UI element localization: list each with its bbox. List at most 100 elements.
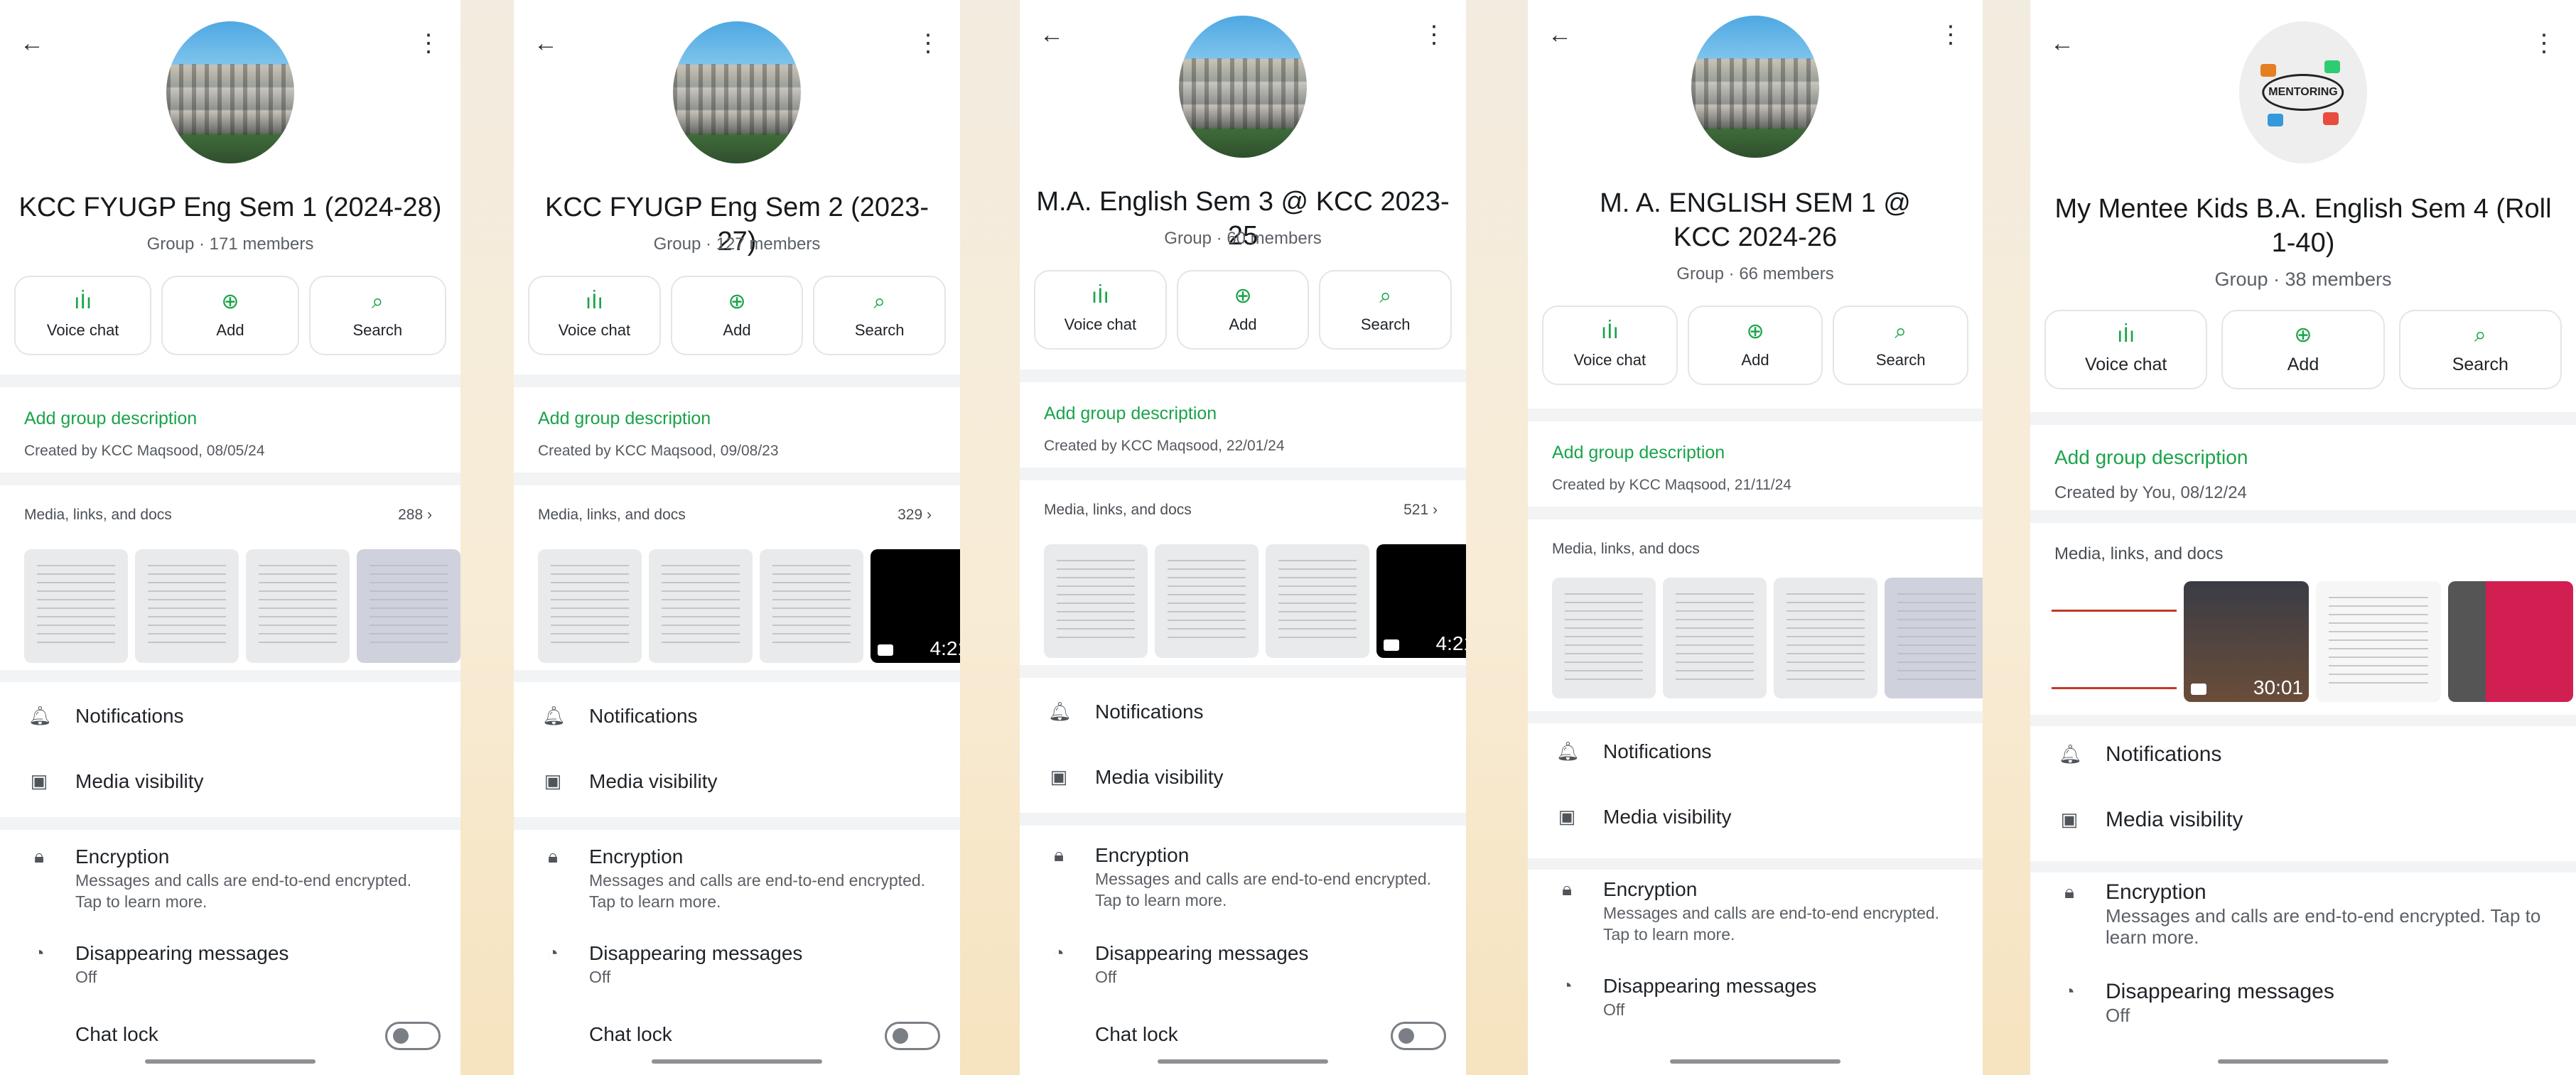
group-avatar[interactable]: MENTORING bbox=[2239, 21, 2367, 163]
video-thumbnail[interactable]: 4:21 bbox=[1376, 544, 1466, 658]
chat-lock-toggle[interactable] bbox=[885, 1022, 940, 1050]
notifications-row[interactable]: 🔔︎ Notifications bbox=[542, 703, 939, 729]
add-button[interactable]: ⊕ Add bbox=[2221, 310, 2385, 389]
media-label: Media, links, and docs bbox=[24, 507, 172, 523]
media-thumbnail[interactable] bbox=[2316, 581, 2441, 702]
media-thumbnail[interactable] bbox=[24, 549, 128, 663]
group-title: KCC FYUGP Eng Sem 1 (2024-28) bbox=[18, 193, 442, 222]
media-thumbnail[interactable] bbox=[246, 549, 350, 663]
chat-lock-row[interactable]: Chat lock bbox=[28, 1022, 439, 1047]
add-description-link[interactable]: Add group description bbox=[2054, 446, 2248, 469]
notifications-row[interactable]: 🔔︎ Notifications bbox=[2059, 742, 2555, 767]
search-button[interactable]: ⌕ Search bbox=[308, 276, 446, 355]
media-thumbnail[interactable] bbox=[538, 549, 642, 663]
media-visibility-row[interactable]: ▣ Media visibility bbox=[28, 769, 439, 794]
media-header[interactable]: Media, links, and docs 521 › bbox=[1044, 502, 1438, 519]
search-button[interactable]: ⌕ Search bbox=[2398, 310, 2562, 389]
timer-icon: ◔ bbox=[547, 942, 559, 963]
voice-chat-button[interactable]: ıİı Voice chat bbox=[528, 276, 661, 355]
arrow-left-icon[interactable]: ← bbox=[1543, 18, 1576, 51]
voice-chat-button[interactable]: ıİı Voice chat bbox=[1542, 306, 1678, 385]
disappearing-row[interactable]: ◔ Disappearing messages Off bbox=[28, 941, 439, 988]
waveform-icon: ıİı bbox=[74, 290, 92, 313]
add-description-link[interactable]: Add group description bbox=[1552, 443, 1725, 463]
video-thumbnail[interactable]: 4:21 bbox=[871, 549, 960, 663]
media-thumbnail[interactable] bbox=[649, 549, 753, 663]
media-visibility-row[interactable]: ▣ Media visibility bbox=[542, 769, 939, 794]
search-icon: ⌕ bbox=[2474, 323, 2486, 347]
encryption-row[interactable]: 🔒︎ Encryption Messages and calls are end… bbox=[28, 844, 439, 912]
media-visibility-row[interactable]: ▣ Media visibility bbox=[1048, 765, 1445, 790]
video-camera-icon bbox=[1384, 639, 1399, 651]
encryption-row[interactable]: 🔒︎ Encryption Messages and calls are end… bbox=[1556, 877, 1961, 945]
arrow-left-icon[interactable]: ← bbox=[529, 27, 562, 60]
more-vertical-icon[interactable]: ⋮ bbox=[1418, 18, 1450, 51]
voice-chat-button[interactable]: ıİı Voice chat bbox=[1034, 270, 1167, 350]
media-thumbnail[interactable] bbox=[2448, 581, 2573, 702]
more-vertical-icon[interactable]: ⋮ bbox=[412, 27, 445, 60]
add-button[interactable]: ⊕ Add bbox=[1687, 306, 1823, 385]
more-vertical-icon[interactable]: ⋮ bbox=[1934, 18, 1967, 51]
disappearing-row[interactable]: ◔ Disappearing messages Off bbox=[1556, 973, 1961, 1020]
media-header[interactable]: Media, links, and docs 288 › bbox=[24, 507, 432, 524]
add-description-link[interactable]: Add group description bbox=[24, 409, 197, 429]
media-count: 329 › bbox=[898, 507, 932, 523]
add-description-link[interactable]: Add group description bbox=[1044, 404, 1217, 424]
arrow-left-icon[interactable]: ← bbox=[2046, 27, 2079, 60]
chat-lock-toggle[interactable] bbox=[385, 1022, 441, 1050]
media-thumbnail[interactable] bbox=[1266, 544, 1369, 658]
chat-lock-row[interactable]: Chat lock bbox=[1048, 1022, 1445, 1047]
media-thumbnail[interactable] bbox=[1663, 578, 1767, 698]
search-button[interactable]: ⌕ Search bbox=[1833, 306, 1969, 385]
search-label: Search bbox=[854, 321, 905, 339]
chat-lock-row[interactable]: Chat lock bbox=[542, 1022, 939, 1047]
notifications-row[interactable]: 🔔︎ Notifications bbox=[1048, 699, 1445, 725]
media-thumbnail[interactable] bbox=[135, 549, 239, 663]
media-thumbnail[interactable] bbox=[1155, 544, 1259, 658]
add-person-icon: ⊕ bbox=[1746, 320, 1764, 343]
voice-chat-button[interactable]: ıİı Voice chat bbox=[2044, 310, 2208, 389]
group-avatar[interactable] bbox=[166, 21, 294, 163]
media-visibility-row[interactable]: ▣ Media visibility bbox=[1556, 804, 1961, 830]
media-card: Media, links, and docs 521 › 4:21 bbox=[1020, 480, 1466, 665]
media-thumbnail[interactable] bbox=[1044, 544, 1148, 658]
chat-lock-toggle[interactable] bbox=[1391, 1022, 1446, 1050]
search-button[interactable]: ⌕ Search bbox=[1319, 270, 1453, 350]
encryption-label: Encryption bbox=[1603, 878, 1698, 900]
encryption-row[interactable]: 🔒︎ Encryption Messages and calls are end… bbox=[1048, 843, 1445, 911]
group-avatar[interactable] bbox=[1691, 16, 1819, 158]
notifications-label: Notifications bbox=[589, 705, 698, 727]
more-vertical-icon[interactable]: ⋮ bbox=[912, 27, 944, 60]
group-avatar[interactable] bbox=[673, 21, 801, 163]
more-vertical-icon[interactable]: ⋮ bbox=[2528, 27, 2560, 60]
search-icon: ⌕ bbox=[873, 290, 886, 313]
notifications-row[interactable]: 🔔︎ Notifications bbox=[1556, 739, 1961, 765]
media-thumbnail[interactable] bbox=[760, 549, 863, 663]
encryption-sub: Messages and calls are end-to-end encryp… bbox=[75, 871, 412, 911]
media-thumbnail[interactable] bbox=[357, 549, 460, 663]
voice-chat-button[interactable]: ıİı Voice chat bbox=[14, 276, 152, 355]
media-header[interactable]: Media, links, and docs 329 › bbox=[538, 507, 932, 524]
encryption-row[interactable]: 🔒︎ Encryption Messages and calls are end… bbox=[542, 844, 939, 912]
media-header[interactable]: Media, links, and docs bbox=[1552, 541, 1954, 558]
disappearing-row[interactable]: ◔ Disappearing messages Off bbox=[1048, 941, 1445, 988]
media-thumbnail[interactable] bbox=[2052, 581, 2177, 702]
encryption-row[interactable]: 🔒︎ Encryption Messages and calls are end… bbox=[2059, 880, 2555, 948]
media-thumbnail[interactable] bbox=[1774, 578, 1877, 698]
disappearing-row[interactable]: ◔ Disappearing messages Off bbox=[2059, 979, 2555, 1026]
add-button[interactable]: ⊕ Add bbox=[1176, 270, 1310, 350]
notifications-row[interactable]: 🔔︎ Notifications bbox=[28, 703, 439, 729]
add-description-link[interactable]: Add group description bbox=[538, 409, 711, 429]
search-button[interactable]: ⌕ Search bbox=[813, 276, 947, 355]
video-thumbnail[interactable]: 30:01 bbox=[2184, 581, 2309, 702]
media-thumbnail[interactable] bbox=[1552, 578, 1656, 698]
add-button[interactable]: ⊕ Add bbox=[670, 276, 804, 355]
media-header[interactable]: Media, links, and docs bbox=[2054, 544, 2548, 564]
group-avatar[interactable] bbox=[1179, 16, 1307, 158]
arrow-left-icon[interactable]: ← bbox=[1035, 18, 1068, 51]
media-thumbnail[interactable] bbox=[1885, 578, 1983, 698]
arrow-left-icon[interactable]: ← bbox=[16, 27, 48, 60]
add-button[interactable]: ⊕ Add bbox=[161, 276, 299, 355]
media-visibility-row[interactable]: ▣ Media visibility bbox=[2059, 807, 2555, 833]
disappearing-row[interactable]: ◔ Disappearing messages Off bbox=[542, 941, 939, 988]
